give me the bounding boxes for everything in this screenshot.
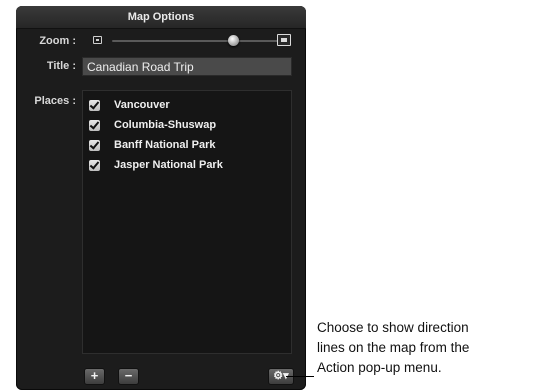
zoom-out-icon [93, 36, 102, 44]
place-checkbox[interactable] [89, 159, 100, 171]
place-checkbox[interactable] [89, 119, 100, 131]
places-list: Vancouver Columbia-Shuswap Banff Nationa… [82, 90, 292, 354]
list-item: Vancouver [89, 95, 289, 115]
map-options-panel: Map Options Zoom : Title : Places : Vanc… [16, 6, 306, 390]
add-place-button[interactable]: + [84, 368, 105, 385]
panel-title: Map Options [16, 6, 306, 29]
callout-line-3: Action pop-up menu. [317, 360, 442, 375]
callout-text: Choose to show direction lines on the ma… [317, 318, 541, 378]
zoom-in-icon [277, 34, 291, 46]
list-item: Columbia-Shuswap [89, 115, 289, 135]
list-item: Banff National Park [89, 135, 289, 155]
remove-place-button[interactable]: − [118, 368, 139, 385]
title-label: Title : [46, 60, 76, 72]
zoom-slider[interactable] [112, 40, 278, 42]
places-label: Places : [34, 95, 76, 107]
place-checkbox[interactable] [89, 99, 100, 111]
callout-line-2: lines on the map from the [317, 340, 470, 355]
place-checkbox[interactable] [89, 139, 100, 151]
zoom-slider-knob[interactable] [228, 35, 240, 46]
callout-line [286, 376, 314, 377]
title-input[interactable] [82, 57, 292, 76]
place-label: Vancouver [114, 99, 170, 111]
list-item: Jasper National Park [89, 155, 289, 175]
place-label: Jasper National Park [114, 159, 223, 171]
place-label: Columbia-Shuswap [114, 119, 217, 131]
zoom-label: Zoom : [39, 35, 76, 47]
place-label: Banff National Park [114, 139, 216, 151]
callout-line-1: Choose to show direction [317, 320, 469, 335]
